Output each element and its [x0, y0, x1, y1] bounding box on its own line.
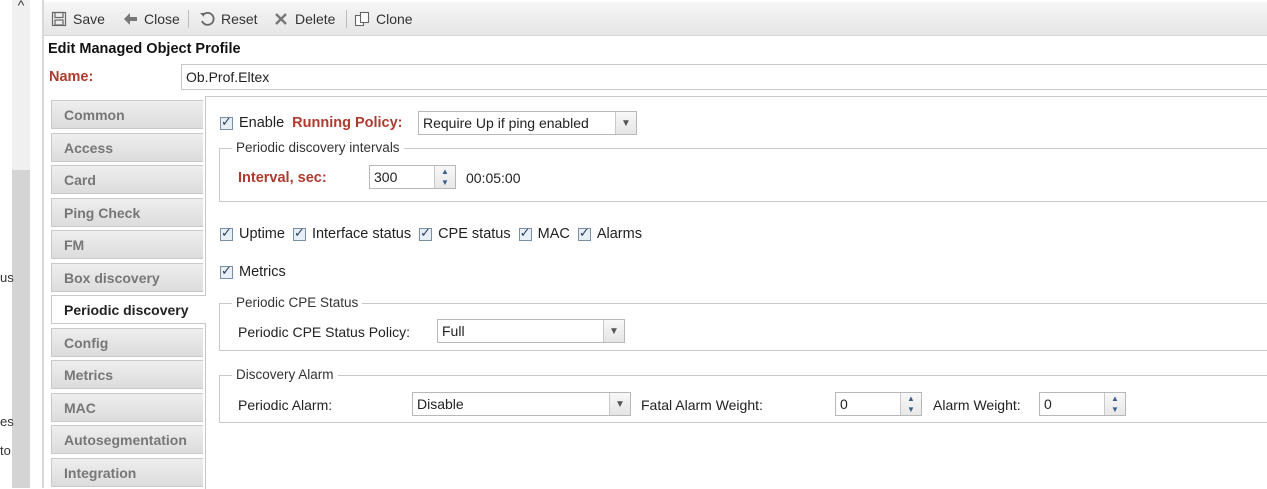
save-button[interactable]: Save: [51, 2, 105, 35]
fatal-alarm-weight-spinner[interactable]: 0 ▲ ▼: [835, 392, 922, 416]
toolbar-separator: [346, 10, 347, 28]
chevron-down-icon[interactable]: ▼: [615, 112, 636, 134]
save-label: Save: [73, 10, 105, 27]
edge-text: es: [0, 414, 14, 429]
panel-divider: [42, 0, 44, 488]
chevron-up-icon[interactable]: ▲: [1105, 393, 1125, 404]
intervals-legend: Periodic discovery intervals: [232, 140, 404, 155]
chevron-down-icon[interactable]: ▼: [435, 177, 455, 188]
metrics-checkbox[interactable]: [220, 263, 233, 279]
scrollbar-thumb[interactable]: [12, 170, 30, 488]
uptime-label: Uptime: [239, 226, 285, 242]
chevron-down-icon[interactable]: ▼: [603, 320, 624, 342]
toolbar: Save Close Reset Delete Clone: [44, 2, 1267, 36]
tab-periodic-discovery[interactable]: Periodic discovery: [51, 295, 206, 324]
tab-ping-check[interactable]: Ping Check: [51, 198, 203, 227]
uptime-checkbox[interactable]: [220, 225, 233, 241]
cpe-policy-value: Full: [442, 323, 465, 339]
delete-label: Delete: [295, 10, 336, 27]
spinner-buttons[interactable]: ▲ ▼: [434, 166, 455, 188]
tab-metrics[interactable]: Metrics: [51, 360, 203, 389]
clone-button[interactable]: Clone: [354, 2, 413, 35]
checks-row: Uptime Interface status CPE status MAC A…: [220, 225, 650, 242]
interval-label: Interval, sec:: [238, 170, 327, 186]
chevron-up-icon[interactable]: ▲: [435, 166, 455, 177]
chevron-down-icon[interactable]: ▼: [901, 404, 921, 415]
save-icon: [51, 11, 67, 26]
reset-label: Reset: [221, 10, 258, 27]
chevron-down-icon[interactable]: ▼: [1105, 404, 1125, 415]
interval-value: 300: [374, 169, 398, 185]
metrics-label: Metrics: [239, 264, 286, 280]
delete-x-icon: [275, 12, 287, 25]
alarm-weight-spinner[interactable]: 0 ▲ ▼: [1039, 392, 1126, 416]
delete-button[interactable]: Delete: [273, 2, 335, 35]
cpe-status-checkbox[interactable]: [419, 225, 433, 241]
close-label: Close: [144, 10, 180, 27]
fatal-alarm-weight-value: 0: [840, 396, 848, 412]
spinner-buttons[interactable]: ▲ ▼: [1104, 393, 1125, 415]
cpe-status-legend: Periodic CPE Status: [232, 295, 363, 310]
chevron-up-icon[interactable]: ^: [12, 0, 30, 13]
enable-checkbox[interactable]: [220, 114, 233, 130]
cpe-policy-select[interactable]: Full ▼: [437, 319, 625, 343]
alarms-label: Alarms: [596, 226, 642, 242]
chevron-up-icon[interactable]: ▲: [901, 393, 921, 404]
alarms-checkbox[interactable]: [577, 225, 591, 241]
mac-label: MAC: [537, 226, 570, 242]
mac-checkbox[interactable]: [518, 225, 532, 241]
tab-config[interactable]: Config: [51, 328, 203, 357]
interval-spinner[interactable]: 300 ▲ ▼: [369, 165, 456, 189]
back-arrow-icon: [124, 12, 137, 25]
clone-label: Clone: [376, 10, 413, 27]
cpe-policy-label: Periodic CPE Status Policy:: [238, 324, 410, 340]
tab-access[interactable]: Access: [51, 133, 203, 162]
name-label: Name:: [49, 69, 94, 85]
tab-fm[interactable]: FM: [51, 230, 203, 259]
tab-autosegmentation[interactable]: Autosegmentation: [51, 425, 203, 454]
toolbar-separator: [188, 10, 189, 28]
edge-text: us: [0, 270, 14, 285]
tab-card[interactable]: Card: [51, 165, 203, 194]
running-policy-label: Running Policy:: [292, 115, 403, 131]
name-input[interactable]: [181, 64, 1267, 90]
fatal-alarm-weight-label: Fatal Alarm Weight:: [641, 397, 763, 413]
clone-icon: [354, 11, 370, 26]
close-button[interactable]: Close: [122, 2, 180, 35]
discovery-alarm-legend: Discovery Alarm: [232, 367, 338, 382]
cpe-status-label: CPE status: [438, 226, 511, 242]
interface-status-label: Interface status: [311, 226, 412, 242]
periodic-alarm-label: Periodic Alarm:: [238, 397, 333, 413]
periodic-alarm-select[interactable]: Disable ▼: [412, 392, 631, 416]
spinner-buttons[interactable]: ▲ ▼: [900, 393, 921, 415]
interval-readable: 00:05:00: [466, 170, 521, 186]
tab-integration[interactable]: Integration: [51, 458, 203, 487]
chevron-down-icon[interactable]: ▼: [609, 393, 630, 415]
reset-button[interactable]: Reset: [199, 2, 258, 35]
metrics-row: Metrics: [220, 263, 294, 280]
periodic-alarm-value: Disable: [417, 396, 464, 412]
running-policy-value: Require Up if ping enabled: [423, 115, 589, 131]
enable-row: Enable Running Policy:: [220, 114, 403, 131]
reset-icon: [200, 11, 215, 26]
tab-mac[interactable]: MAC: [51, 393, 203, 422]
enable-label: Enable: [239, 115, 285, 131]
edge-text: to: [0, 443, 11, 458]
tab-box-discovery[interactable]: Box discovery: [51, 263, 203, 292]
tab-common[interactable]: Common: [51, 100, 203, 129]
alarm-weight-label: Alarm Weight:: [933, 397, 1021, 413]
alarm-weight-value: 0: [1044, 396, 1052, 412]
interface-status-checkbox[interactable]: [292, 225, 306, 241]
running-policy-select[interactable]: Require Up if ping enabled ▼: [418, 111, 637, 135]
page-title: Edit Managed Object Profile: [48, 41, 241, 57]
